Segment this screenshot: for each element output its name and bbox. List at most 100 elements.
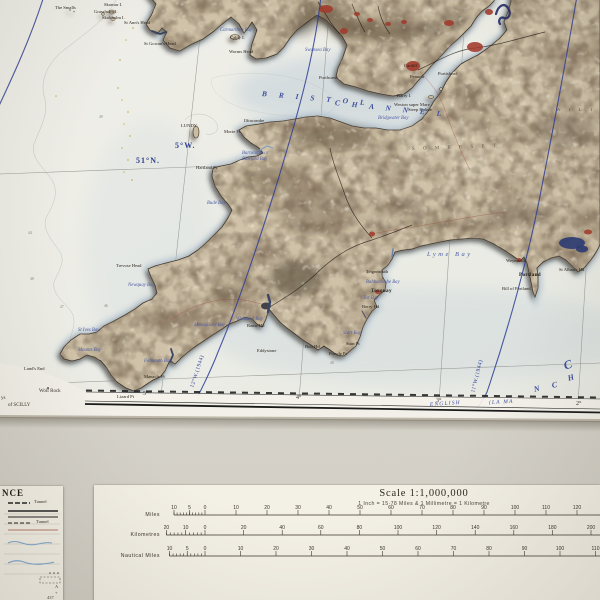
map-label: ENGLISH — [430, 401, 461, 409]
scale-bar-row: Nautical Miles10501020304050607080901001… — [102, 544, 600, 560]
svg-text:200: 200 — [587, 525, 596, 531]
svg-text:30: 30 — [309, 546, 315, 552]
map-label: Swansea Bay — [305, 49, 330, 54]
map-label: Barry I. — [397, 94, 411, 99]
scale-panel: Scale 1:1,000,000 1 Inch = 15·78 Miles &… — [94, 485, 600, 600]
svg-text:70: 70 — [451, 546, 457, 552]
svg-text:20: 20 — [264, 505, 270, 511]
legend-symbol: 437 — [47, 595, 54, 600]
svg-text:80: 80 — [486, 546, 492, 552]
svg-text:100: 100 — [511, 505, 520, 511]
svg-text:20: 20 — [273, 546, 279, 552]
svg-text:0: 0 — [204, 546, 207, 552]
svg-text:100: 100 — [556, 546, 565, 552]
svg-text:80: 80 — [357, 525, 363, 531]
map-label: Lyme Bay — [427, 252, 473, 259]
map-label: 40 — [330, 362, 334, 366]
map-label: Eddystone — [257, 349, 276, 354]
scale-title: Scale 1:1,000,000 — [254, 488, 594, 499]
map-label: Portishead — [438, 72, 457, 77]
map-label: St Alban's Hd — [559, 268, 584, 273]
map-label: 46 — [104, 305, 108, 309]
map-label: of SCILLY — [8, 403, 30, 408]
map-label: Falmouth Bay — [144, 360, 171, 365]
map-label: Worms Head — [229, 50, 253, 55]
map-label: Newquay Bay — [128, 284, 155, 289]
svg-text:110: 110 — [592, 546, 600, 552]
map-label: St Ann's Head — [124, 21, 150, 26]
map-label: Bridgwater Bay — [378, 117, 409, 122]
svg-text:5: 5 — [188, 505, 191, 511]
map-label: Mevagissey Bay — [194, 324, 225, 329]
svg-text:60: 60 — [415, 546, 421, 552]
map-label: Weymouth — [506, 259, 526, 264]
map-label: Land's End — [24, 367, 45, 372]
map-label: Babbacombe Bay — [366, 281, 400, 286]
map-label: C — [551, 381, 558, 390]
relief-map-photo: The SmallsSkomar I.Grassholm I.Skokholm … — [0, 0, 600, 600]
svg-text:40: 40 — [344, 546, 350, 552]
map-label: Berry Hd — [362, 305, 379, 310]
map-label: C — [562, 358, 574, 372]
map-label: Start Bay — [343, 332, 361, 337]
scale-bar-row: Miles1050102030405060708090100110120 — [102, 503, 600, 519]
map-label: Mounts Bay — [78, 349, 101, 354]
legend-artwork — [0, 486, 63, 600]
map-label: W I L T S — [556, 108, 600, 113]
svg-text:180: 180 — [548, 525, 557, 531]
svg-text:10: 10 — [233, 505, 239, 511]
map-label: Ilfracombe — [244, 119, 264, 124]
svg-text:0: 0 — [204, 525, 207, 531]
map-label: 12°W.(1944) — [190, 355, 206, 389]
svg-text:40: 40 — [279, 525, 285, 531]
svg-text:120: 120 — [432, 525, 441, 531]
scale-bar: 1050102030405060708090100110 — [164, 544, 600, 560]
map-label: 47 — [60, 306, 64, 310]
map-label: Skomar I. — [104, 3, 122, 8]
svg-text:5: 5 — [186, 546, 189, 552]
map-label: Trevose Head — [116, 264, 141, 269]
svg-text:60: 60 — [388, 505, 394, 511]
map-label: Lizard Pt — [117, 395, 134, 400]
map-label: 5° — [143, 391, 148, 397]
map-label: Tor Bay — [363, 297, 378, 302]
svg-text:10: 10 — [183, 525, 189, 531]
svg-text:50: 50 — [357, 505, 363, 511]
map-label: Bude Bay — [207, 202, 226, 207]
map-label: 4° — [296, 395, 301, 401]
map-label: Torquay — [371, 289, 392, 294]
scale-bar-unit-label: Nautical Miles — [102, 553, 164, 559]
map-label: St Gowan's Head — [144, 42, 176, 47]
svg-text:30: 30 — [295, 505, 301, 511]
map-label: Bill of Portland — [502, 287, 531, 292]
map-label: H — [567, 373, 575, 382]
map-label: 5°W. — [175, 142, 195, 150]
map-label: LUNDY — [181, 124, 197, 129]
map-label: Teignmouth — [366, 270, 388, 275]
map-label: Bolt Hd — [305, 345, 320, 350]
svg-text:10: 10 — [167, 546, 173, 552]
svg-text:140: 140 — [471, 525, 480, 531]
map-label: 44 — [28, 232, 32, 236]
scale-bar-unit-label: Kilometres — [102, 532, 164, 538]
map-label: The Smalls — [55, 6, 76, 11]
map-label: ys — [1, 396, 5, 401]
map-label: S O M E R S E T — [412, 144, 499, 152]
map-label: N — [533, 385, 541, 394]
svg-text:60: 60 — [318, 525, 324, 531]
map-label: 49 — [99, 116, 103, 120]
map-label: Skokholm I. — [102, 16, 125, 21]
map-label: Hartland Pt — [196, 166, 217, 171]
svg-text:10: 10 — [171, 505, 177, 511]
map-label: St Ives Bay — [78, 329, 99, 334]
map-sheet: The SmallsSkomar I.Grassholm I.Skokholm … — [0, 0, 600, 422]
map-label: Portland — [519, 273, 541, 278]
svg-text:0: 0 — [204, 505, 207, 511]
scale-bar-unit-label: Miles — [102, 512, 164, 518]
map-label: Bideford Bay — [242, 158, 267, 163]
svg-text:70: 70 — [419, 505, 425, 511]
svg-text:10: 10 — [238, 546, 244, 552]
map-label: Caldy I. — [230, 36, 245, 41]
scale-bar: 2010020406080100120140160180200 — [164, 523, 600, 539]
svg-text:50: 50 — [380, 546, 386, 552]
